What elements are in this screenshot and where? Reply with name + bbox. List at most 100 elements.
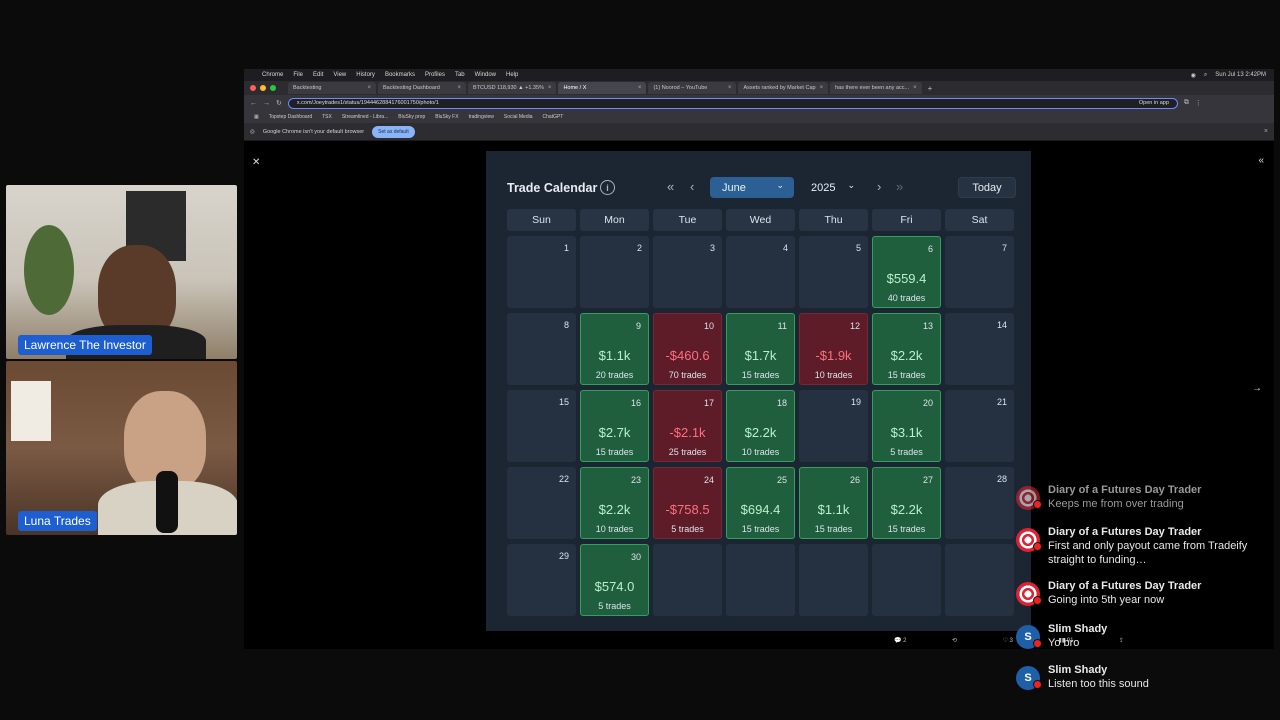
bookmark-tsx[interactable]: TSX: [322, 114, 332, 120]
prev-month-icon[interactable]: ‹: [690, 179, 694, 194]
bookmark-chatgpt[interactable]: ChatGPT: [543, 114, 564, 120]
day-cell-14[interactable]: 14: [945, 313, 1014, 385]
tab-assets-ranked[interactable]: Assets ranked by Market Cap ×: [738, 82, 829, 94]
open-in-app-button[interactable]: Open in app: [1139, 100, 1169, 106]
wifi-icon[interactable]: ◉: [1191, 72, 1196, 79]
menu-item-profiles[interactable]: Profiles: [425, 72, 445, 78]
menu-icon[interactable]: ⋮: [1195, 99, 1202, 107]
day-cell-18[interactable]: 18 $2.2k 10 trades: [726, 390, 795, 462]
day-cell-16[interactable]: 16 $2.7k 15 trades: [580, 390, 649, 462]
day-cell-15[interactable]: 15: [507, 390, 576, 462]
url-input[interactable]: x.com/Joeytrades1/status/194446288417600…: [287, 97, 1178, 109]
tab-backtesting-dashboard[interactable]: Backtesting Dashboard ×: [378, 82, 466, 94]
close-icon[interactable]: ×: [728, 85, 732, 91]
reply-button[interactable]: 💬 2: [894, 637, 906, 644]
trade-calendar: Trade Calendar i « ‹ June ⌄ 2025 ⌄ › » T…: [486, 151, 1124, 644]
day-cell-6[interactable]: 6 $559.4 40 trades: [872, 236, 941, 308]
close-icon[interactable]: ×: [820, 85, 824, 91]
apps-icon[interactable]: ▦: [254, 114, 259, 120]
back-icon[interactable]: ←: [250, 100, 257, 107]
day-cell-20[interactable]: 20 $3.1k 5 trades: [872, 390, 941, 462]
day-cell-28[interactable]: 28: [945, 467, 1014, 539]
next-year-icon[interactable]: »: [896, 179, 903, 194]
day-cell-13[interactable]: 13 $2.2k 15 trades: [872, 313, 941, 385]
next-photo-icon[interactable]: →: [1252, 383, 1262, 394]
search-icon[interactable]: ⌕: [1204, 72, 1207, 79]
day-cell-24[interactable]: 24 -$758.5 5 trades: [653, 467, 722, 539]
day-cell-17[interactable]: 17 -$2.1k 25 trades: [653, 390, 722, 462]
retweet-button[interactable]: ⟲: [952, 637, 957, 644]
info-icon[interactable]: i: [600, 180, 615, 195]
menu-item-bookmarks[interactable]: Bookmarks: [385, 72, 415, 78]
day-cell-1[interactable]: 1: [507, 236, 576, 308]
set-as-default-button[interactable]: Set as default: [372, 125, 415, 138]
tab-home-x[interactable]: Home / X ×: [558, 82, 647, 94]
close-photo-icon[interactable]: ✕: [252, 157, 260, 168]
year-select[interactable]: 2025 ⌄: [801, 177, 865, 198]
menu-item-file[interactable]: File: [293, 72, 303, 78]
prev-year-icon[interactable]: «: [667, 179, 674, 194]
tab-btcusd[interactable]: BTCUSD 118,930 ▲ +1.35% ×: [468, 82, 557, 94]
menu-item-window[interactable]: Window: [475, 72, 496, 78]
minimize-window-button[interactable]: [260, 85, 266, 91]
extensions-icon[interactable]: ⧉: [1184, 99, 1189, 107]
day-cell-22[interactable]: 22: [507, 467, 576, 539]
maximize-window-button[interactable]: [270, 85, 276, 91]
menu-item-edit[interactable]: Edit: [313, 72, 323, 78]
day-cell-3[interactable]: 3: [653, 236, 722, 308]
day-cell-8[interactable]: 8: [507, 313, 576, 385]
bookmark-streamlined[interactable]: Streamlined - Libra...: [342, 114, 388, 120]
day-cell-4[interactable]: 4: [726, 236, 795, 308]
close-icon[interactable]: ×: [638, 85, 642, 91]
day-cell-7[interactable]: 7: [945, 236, 1014, 308]
day-cell-10[interactable]: 10 -$460.6 70 trades: [653, 313, 722, 385]
menu-item-tab[interactable]: Tab: [455, 72, 465, 78]
like-button[interactable]: ♡ 3: [1003, 637, 1013, 644]
tab-label: BTCUSD 118,930 ▲ +1.35%: [473, 85, 544, 91]
menu-item-history[interactable]: History: [356, 72, 375, 78]
menu-item-chrome[interactable]: Chrome: [262, 72, 283, 78]
day-cell-19[interactable]: 19: [799, 390, 868, 462]
bookmark-topstep[interactable]: Topstep Dashboard: [269, 114, 312, 120]
day-cell-11[interactable]: 11 $1.7k 15 trades: [726, 313, 795, 385]
day-number: 6: [927, 244, 933, 254]
day-cell-27[interactable]: 27 $2.2k 15 trades: [872, 467, 941, 539]
day-number: 25: [776, 475, 787, 485]
forward-icon[interactable]: →: [263, 100, 270, 107]
bookmark-tradingview[interactable]: tradingview: [469, 114, 494, 120]
next-month-icon[interactable]: ›: [877, 179, 881, 194]
new-tab-button[interactable]: +: [928, 84, 933, 93]
close-window-button[interactable]: [250, 85, 256, 91]
menu-item-help[interactable]: Help: [506, 72, 518, 78]
day-cell-2[interactable]: 2: [580, 236, 649, 308]
day-cell-30[interactable]: 30 $574.0 5 trades: [580, 544, 649, 616]
empty-day-cell: [799, 544, 868, 616]
today-button[interactable]: Today: [958, 177, 1016, 198]
day-cell-21[interactable]: 21: [945, 390, 1014, 462]
day-cell-9[interactable]: 9 $1.1k 20 trades: [580, 313, 649, 385]
reload-icon[interactable]: ↻: [276, 99, 282, 107]
close-icon[interactable]: ×: [457, 85, 461, 91]
day-cell-25[interactable]: 25 $694.4 15 trades: [726, 467, 795, 539]
tab-google-search[interactable]: has there ever been any acc... ×: [830, 82, 922, 94]
day-cell-23[interactable]: 23 $2.2k 10 trades: [580, 467, 649, 539]
day-cell-29[interactable]: 29: [507, 544, 576, 616]
bookmark-blusky-prop[interactable]: BluSky prop: [398, 114, 425, 120]
close-icon[interactable]: ×: [548, 85, 552, 91]
trade-count: 15 trades: [814, 524, 853, 534]
menu-item-view[interactable]: View: [333, 72, 346, 78]
close-icon[interactable]: ×: [913, 85, 917, 91]
calendar-title: Trade Calendar: [507, 181, 598, 195]
day-cell-12[interactable]: 12 -$1.9k 10 trades: [799, 313, 868, 385]
close-icon[interactable]: ×: [1264, 128, 1268, 135]
month-select[interactable]: June ⌄: [710, 177, 794, 198]
youtube-badge-icon: [1033, 596, 1042, 605]
day-cell-5[interactable]: 5: [799, 236, 868, 308]
bookmark-blusky-fx[interactable]: BluSky FX: [435, 114, 458, 120]
day-cell-26[interactable]: 26 $1.1k 15 trades: [799, 467, 868, 539]
tab-backtesting[interactable]: Backtesting ×: [288, 82, 376, 94]
close-icon[interactable]: ×: [367, 85, 371, 91]
collapse-icon[interactable]: «: [1258, 155, 1264, 166]
tab-youtube[interactable]: (1) Noorod – YouTube ×: [648, 82, 737, 94]
bookmark-social-media[interactable]: Social Media: [504, 114, 533, 120]
